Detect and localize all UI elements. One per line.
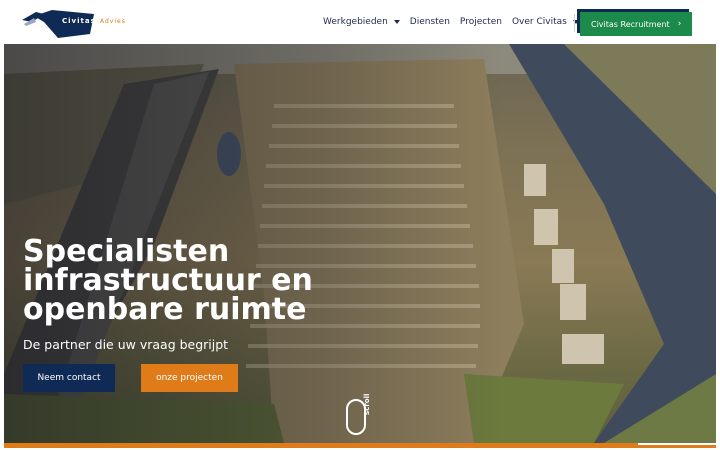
nav-item-over-civitas[interactable]: Over Civitas — [512, 17, 579, 27]
hero-title-line: Specialisten — [23, 234, 230, 269]
site-header: Civitas Advies Werkgebieden Diensten Pro… — [0, 0, 720, 44]
nav-item-projecten[interactable]: Projecten — [460, 17, 502, 27]
hero-title: Specialisten infrastructuur en openbare … — [23, 234, 343, 327]
logo-sub-text: Advies — [100, 18, 126, 25]
recruitment-cta: Civitas Recruitment › — [577, 9, 692, 37]
scroll-indicator[interactable]: scroll — [346, 394, 386, 437]
nav-item-label: Over Civitas — [511, 17, 567, 27]
chevron-down-icon — [393, 20, 400, 24]
civitas-logo[interactable]: Civitas Advies — [22, 10, 132, 38]
projects-button[interactable]: onze projecten — [141, 364, 238, 392]
recruitment-button-label: Civitas Recruitment — [591, 19, 670, 29]
nav-item-werkgebieden[interactable]: Werkgebieden — [323, 17, 400, 27]
hero-title-line: openbare ruimte — [23, 292, 307, 327]
recruitment-button[interactable]: Civitas Recruitment › — [580, 12, 692, 36]
contact-button[interactable]: Neem contact — [23, 364, 115, 392]
chevron-right-icon: › — [677, 19, 682, 29]
nav-item-label: Projecten — [459, 17, 502, 27]
nav-item-label: Diensten — [409, 17, 450, 27]
hero-bottom-accent — [4, 443, 716, 448]
main-nav: Werkgebieden Diensten Projecten Over Civ… — [323, 17, 589, 27]
hero-subtitle: De partner die uw vraag begrijpt — [23, 337, 229, 352]
hero-bottom-divider — [638, 443, 716, 445]
nav-item-diensten[interactable]: Diensten — [410, 17, 450, 27]
nav-item-label: Werkgebieden — [323, 17, 388, 27]
logo-name-text: Civitas — [62, 17, 96, 25]
hero-title-line: infrastructuur en — [23, 263, 313, 298]
scroll-label: scroll — [363, 393, 371, 415]
nav-divider — [574, 14, 575, 32]
hero-section: Specialisten infrastructuur en openbare … — [4, 44, 716, 443]
